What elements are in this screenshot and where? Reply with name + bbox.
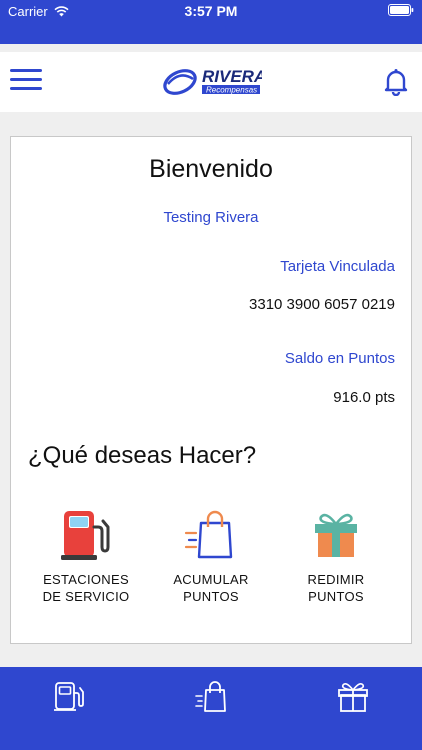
bell-icon[interactable] — [384, 68, 408, 96]
action-label-line1: ACUMULAR — [173, 572, 249, 587]
tab-fuel-pump-icon[interactable] — [51, 679, 87, 715]
welcome-title: Bienvenido — [149, 155, 273, 183]
welcome-card: Bienvenido Testing Rivera Tarjeta Vincul… — [10, 136, 412, 644]
tab-gift-icon[interactable] — [335, 679, 371, 715]
gift-icon — [315, 513, 357, 557]
fuel-pump-icon — [61, 511, 110, 560]
svg-text:RIVERA: RIVERA — [202, 67, 262, 86]
points-balance-label: Saldo en Puntos — [284, 350, 395, 367]
linked-card-label: Tarjeta Vinculada — [280, 258, 395, 275]
rivera-logo: RIVERA Recompensas — [163, 67, 262, 95]
redeem-points-button[interactable]: REDIMIR PUNTOS — [276, 507, 396, 605]
action-label-line2: PUNTOS — [183, 589, 239, 604]
action-label-line1: ESTACIONES — [43, 572, 129, 587]
bottom-tab-bar — [0, 667, 422, 750]
tab-shopping-bag-icon[interactable] — [193, 679, 229, 715]
status-bar: Carrier 3:57 PM — [0, 0, 422, 44]
action-label-line2: DE SERVICIO — [42, 589, 130, 604]
points-balance-value: 916.0 pts — [333, 389, 395, 406]
action-label-line2: PUNTOS — [308, 589, 364, 604]
shopping-bag-icon — [184, 510, 233, 559]
action-label-line1: REDIMIR — [307, 572, 365, 587]
user-name: Testing Rivera — [163, 209, 259, 226]
linked-card-number: 3310 3900 6057 0219 — [249, 296, 395, 313]
battery-icon — [388, 4, 414, 16]
hamburger-menu-icon[interactable] — [10, 69, 42, 95]
service-stations-button[interactable]: ESTACIONES DE SERVICIO — [26, 507, 146, 605]
clock: 3:57 PM — [184, 3, 238, 19]
actions-heading: ¿Qué deseas Hacer? — [28, 442, 257, 469]
svg-text:Recompensas: Recompensas — [206, 86, 257, 95]
app-header: RIVERA Recompensas — [0, 52, 422, 112]
accumulate-points-button[interactable]: ACUMULAR PUNTOS — [151, 507, 271, 605]
